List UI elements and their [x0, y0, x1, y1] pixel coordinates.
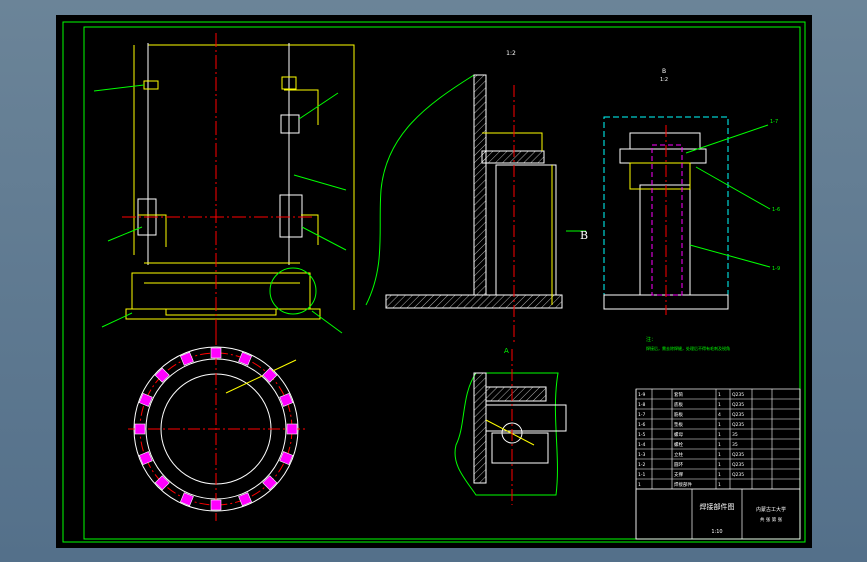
parts-cell: 焊接部件	[674, 481, 692, 488]
cad-viewport[interactable]: 1-9 套筒 1 Q235 1-8 底板 1 Q235 1-7 筋板 4 Q235 1-6 垫板 1 Q235…	[56, 15, 812, 548]
section-top-label: 1:2	[506, 50, 516, 57]
parts-cell: 螺母	[674, 431, 683, 438]
side-base	[385, 294, 563, 309]
parts-cell: 1	[718, 472, 721, 478]
ring-slot	[134, 423, 146, 435]
detail-a	[454, 349, 567, 505]
parts-cell: 35	[732, 442, 738, 448]
parts-cell: 1	[718, 392, 721, 398]
scale-value: 1:10	[711, 529, 722, 535]
parts-cell: 1	[718, 452, 721, 458]
parts-cell: 1	[718, 462, 721, 468]
ring-slot	[210, 499, 222, 511]
parts-cell: 1-6	[638, 422, 645, 428]
view-b-arrow-label: B	[580, 229, 588, 242]
parts-cell: 1	[638, 482, 641, 488]
parts-cell: 套筒	[674, 391, 683, 398]
leader-d	[107, 226, 143, 242]
side-top-plate	[481, 150, 545, 164]
parts-cell: 1-4	[638, 442, 645, 448]
side-dim-top	[482, 132, 543, 151]
parts-cell: 底板	[674, 401, 683, 408]
school-name: 内蒙古工大学	[756, 506, 786, 513]
view-b-cap	[629, 132, 701, 150]
dim-line-3	[301, 214, 319, 245]
view-a-label: A	[504, 347, 509, 355]
parts-cell: Q235	[732, 402, 744, 408]
detail-circle	[269, 267, 317, 315]
ring-slot	[210, 347, 222, 359]
base-slot	[165, 308, 277, 316]
detail-a-top	[485, 386, 547, 402]
ring-slot	[262, 475, 278, 491]
leader-c	[293, 174, 347, 191]
parts-cell: Q235	[732, 472, 744, 478]
break-curve	[365, 74, 475, 306]
leader-1-9	[689, 244, 771, 268]
front-view	[93, 33, 355, 334]
parts-cell: Q235	[732, 392, 744, 398]
parts-cell: Q235	[732, 462, 744, 468]
side-column	[495, 164, 557, 296]
right-bracket	[279, 194, 303, 238]
parts-cell: 筋板	[674, 411, 683, 418]
side-view	[365, 74, 586, 345]
parts-cell: 垫板	[674, 421, 683, 428]
parts-cell: 1-8	[638, 402, 645, 408]
leader-label-1-9: 1-9	[772, 266, 780, 272]
parts-cell: 4	[718, 412, 721, 418]
parts-list: 1-9 套筒 1 Q235 1-8 底板 1 Q235 1-7 筋板 4 Q235 1-6 垫板 1 Q235…	[635, 389, 801, 490]
base-block	[131, 272, 311, 310]
leader-e	[301, 226, 347, 251]
leader-g	[311, 310, 343, 334]
view-b	[603, 116, 771, 315]
view-b-title-scale: 1:2	[660, 77, 668, 83]
detail-a-slot	[485, 404, 567, 432]
parts-cell: 1	[718, 442, 721, 448]
parts-cell: 1-3	[638, 452, 645, 458]
detail-a-plate	[473, 372, 487, 484]
ring-slot	[286, 423, 298, 435]
parts-cell: Q235	[732, 412, 744, 418]
parts-cell: 圆环	[674, 462, 683, 468]
sheet-info: 共 张 第 张	[760, 516, 783, 523]
ring-dim	[225, 359, 297, 394]
front-outline	[148, 44, 355, 310]
parts-cell: 螺栓	[674, 441, 683, 448]
leader-a	[93, 84, 145, 92]
notes-body: 焊接后，需去除焊缝，处理后不得有毛刺及锐角	[646, 345, 730, 351]
parts-cell: 1	[718, 402, 721, 408]
parts-cell: 1	[718, 422, 721, 428]
cad-drawing: 1-9 套筒 1 Q235 1-8 底板 1 Q235 1-7 筋板 4 Q235 1-6 垫板 1 Q235…	[62, 21, 806, 543]
leader-label-1-7: 1-7	[770, 119, 778, 125]
left-fitting-top	[143, 80, 159, 90]
drawing-title: 焊接部件图	[700, 502, 735, 511]
right-fitting	[280, 114, 300, 134]
title-block: 1-9 套筒 1 Q235 1-8 底板 1 Q235 1-7 筋板 4 Q235 1-6 垫板 1 Q235…	[635, 388, 801, 540]
leader-1-6	[695, 166, 771, 210]
parts-cell: 1-9	[638, 392, 645, 398]
parts-cell: 1	[718, 482, 721, 488]
parts-cell: Q235	[732, 452, 744, 458]
leader-1-7	[685, 124, 769, 154]
ring-view	[128, 333, 306, 521]
parts-cell: 1-5	[638, 432, 645, 438]
parts-cell: 1-1	[638, 472, 645, 478]
parts-cell: 35	[732, 432, 738, 438]
parts-cell: 1-7	[638, 412, 645, 418]
parts-cell: 立柱	[674, 451, 683, 458]
parts-cell: 1	[718, 432, 721, 438]
dim-line-2	[138, 214, 167, 247]
notes-title: 注：	[646, 336, 656, 343]
leader-label-1-6: 1-6	[772, 207, 780, 213]
parts-cell: 支撑	[674, 471, 683, 478]
view-b-bolt-hidden	[651, 144, 683, 296]
parts-cell: Q235	[732, 422, 744, 428]
parts-cell: 1-2	[638, 462, 645, 468]
outer-border	[62, 21, 806, 543]
side-plate	[473, 74, 487, 296]
view-b-title-letter: B	[662, 68, 666, 75]
leader-f	[101, 312, 133, 328]
